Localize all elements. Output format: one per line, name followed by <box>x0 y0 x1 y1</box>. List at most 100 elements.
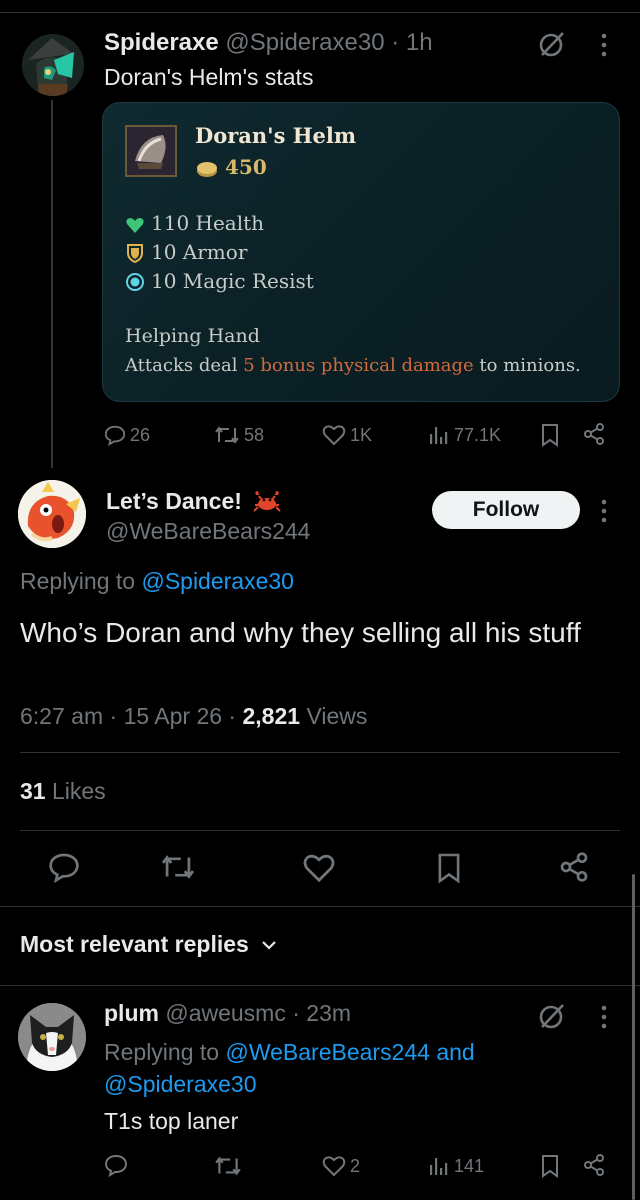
share-icon[interactable] <box>582 422 606 446</box>
reply-bookmark-icon[interactable] <box>540 1154 560 1178</box>
tweet2-bookmark-button[interactable] <box>436 852 462 884</box>
tweet2-likes-count: 31 <box>20 778 46 804</box>
repost-icon <box>215 1156 241 1176</box>
stat-magic-resist: 10 Magic Resist <box>151 269 314 293</box>
tweet1-reply-button[interactable]: 26 <box>104 420 150 450</box>
divider <box>0 906 640 907</box>
tweet2-likes-label: Likes <box>51 778 106 804</box>
repost-icon <box>215 426 239 444</box>
share-icon <box>560 852 588 882</box>
more-options-icon-reply[interactable] <box>600 1004 608 1030</box>
desc-prefix: Attacks deal <box>125 355 244 376</box>
scrollbar[interactable] <box>632 874 635 1200</box>
reply-like-count: 2 <box>350 1155 361 1176</box>
avatar-plum[interactable] <box>18 1003 86 1071</box>
reply-author-handle[interactable]: @aweusmc <box>165 1000 286 1026</box>
passive-description: Attacks deal 5 bonus physical damage to … <box>125 355 581 376</box>
tweet2-repost-button[interactable] <box>160 852 196 882</box>
reply-mention-2[interactable]: @Spideraxe30 <box>104 1071 257 1097</box>
reply-icon <box>49 853 79 883</box>
armor-icon <box>125 243 145 263</box>
avatar-spideraxe[interactable] <box>22 34 84 96</box>
dorans-helm-icon <box>125 125 177 177</box>
grok-icon-reply[interactable] <box>536 1000 568 1032</box>
reply-author-name[interactable]: plum <box>104 1000 159 1026</box>
divider <box>20 752 620 753</box>
top-divider <box>0 12 640 13</box>
chevron-down-icon <box>262 941 276 950</box>
crab-icon <box>253 491 282 512</box>
divider <box>0 985 640 986</box>
tweet1-repost-button[interactable]: 58 <box>214 420 264 450</box>
tweet1-reply-count: 26 <box>130 424 151 445</box>
tweet2-author-name[interactable]: Let’s Dance! <box>106 488 282 515</box>
more-options-icon[interactable] <box>600 32 608 58</box>
stat-armor: 10 Armor <box>151 240 248 264</box>
tweet2-replying-to: Replying to @Spideraxe30 <box>20 568 294 595</box>
reply-header: plum @aweusmc · 23m <box>104 1000 351 1027</box>
tweet1-header: Spideraxe @Spideraxe30 · 1h <box>104 28 433 58</box>
desc-suffix: to minions. <box>473 355 581 376</box>
stat-health: 110 Health <box>151 211 265 235</box>
tweet2-views-count: 2,821 <box>242 703 301 729</box>
tweet2-views-label: Views <box>306 703 368 729</box>
tweet1-author-handle[interactable]: @Spideraxe30 <box>225 29 384 56</box>
bookmark-icon <box>438 853 460 884</box>
follow-button[interactable]: Follow <box>432 491 580 529</box>
divider <box>20 830 620 831</box>
repost-icon <box>161 855 195 879</box>
reply-repost-button[interactable] <box>214 1154 242 1178</box>
views-icon <box>430 1158 448 1175</box>
heart-icon <box>322 1156 346 1177</box>
reply-replying-prefix: Replying to <box>104 1039 226 1065</box>
tweet1-repost-count: 58 <box>244 424 265 445</box>
reply-sort-label: Most relevant replies <box>20 931 249 957</box>
reply-mention-1[interactable]: @WeBareBears244 <box>225 1039 429 1065</box>
reply-like-button[interactable]: 2 <box>322 1151 360 1181</box>
tweet2-author-handle[interactable]: @WeBareBears244 <box>106 518 310 545</box>
replying-to-link[interactable]: @Spideraxe30 <box>141 568 294 594</box>
health-icon <box>125 215 145 235</box>
tweet1-views-button[interactable]: 77.1K <box>428 420 501 450</box>
tweet2-likes-summary[interactable]: 31 Likes <box>20 778 106 805</box>
avatar-lets-dance[interactable] <box>18 480 86 548</box>
reply-replying-to: Replying to @WeBareBears244 and @Spidera… <box>104 1036 584 1100</box>
tweet1-text: Doran's Helm's stats <box>104 64 314 90</box>
item-card-image[interactable]: Doran's Helm 450 110 Health 10 Armor 10 … <box>102 102 620 402</box>
tweet1-like-button[interactable]: 1K <box>322 420 372 450</box>
desc-highlight: 5 bonus physical damage <box>243 355 474 376</box>
tweet1-like-count: 1K <box>350 424 373 445</box>
heart-icon <box>322 425 346 446</box>
tweet2-time: 6:27 am <box>20 703 104 729</box>
reply-time: · 23m <box>292 1000 352 1026</box>
thread-connector <box>51 100 53 468</box>
reply-icon <box>104 1154 128 1177</box>
reply-text: T1s top laner <box>104 1108 239 1134</box>
reply-share-icon[interactable] <box>582 1153 606 1177</box>
tweet2-reply-button[interactable] <box>48 851 80 883</box>
reply-sort-dropdown[interactable]: Most relevant replies <box>20 931 277 958</box>
reply-icon <box>104 425 126 446</box>
tweet1-time: · 1h <box>391 29 433 56</box>
passive-name: Helping Hand <box>125 325 260 347</box>
tweet2-date: 15 Apr 26 <box>123 703 223 729</box>
magic-resist-icon <box>125 272 145 292</box>
reply-views-button[interactable]: 141 <box>428 1151 484 1181</box>
reply-mention-and: and <box>429 1039 475 1065</box>
views-icon <box>430 427 448 444</box>
gold-icon <box>195 160 219 178</box>
bookmark-icon[interactable] <box>540 423 560 447</box>
tweet2-text: Who’s Doran and why they selling all his… <box>20 617 581 648</box>
replying-prefix: Replying to <box>20 568 142 594</box>
tweet2-share-button[interactable] <box>558 851 590 883</box>
tweet2-meta: 6:27 am · 15 Apr 26 · 2,821 Views <box>20 703 368 729</box>
tweet1-views-count: 77.1K <box>454 424 502 445</box>
reply-views-count: 141 <box>454 1155 485 1176</box>
heart-icon <box>303 854 335 883</box>
tweet2-author-name-text: Let’s Dance! <box>106 488 242 514</box>
tweet1-author-name[interactable]: Spideraxe <box>104 29 219 56</box>
more-options-icon-tweet2[interactable] <box>600 498 608 524</box>
grok-icon[interactable] <box>536 28 568 60</box>
tweet2-like-button[interactable] <box>302 853 336 883</box>
reply-reply-button[interactable] <box>104 1153 128 1177</box>
